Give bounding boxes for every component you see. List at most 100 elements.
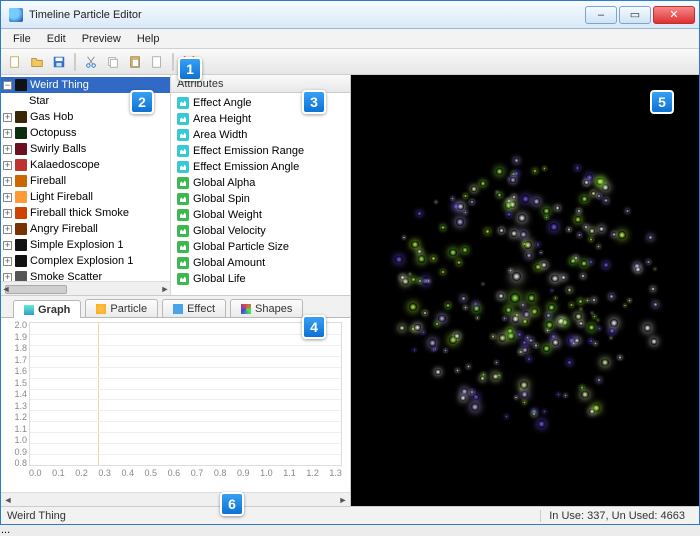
attribute-item[interactable]: Global Velocity [173,223,348,239]
attribute-item[interactable]: Effect Emission Angle [173,159,348,175]
tree-item[interactable]: Fireball [1,173,170,189]
menu-preview[interactable]: Preview [74,31,129,47]
attribute-item[interactable]: Area Height [173,111,348,127]
attributes-list[interactable]: Effect Angle Area Height Area Width Effect … [171,93,350,295]
tree-item-label: Simple Explosion 1 [30,239,124,251]
tree-item-label: Swirly Balls [30,143,86,155]
attribute-label: Global Weight [193,209,262,221]
attribute-item[interactable]: Global Weight [173,207,348,223]
menu-edit[interactable]: Edit [39,31,74,47]
lower-panel: Graph Particle Effect Shapes 2.01.91.81.… [1,295,350,506]
expand-toggle[interactable] [3,209,12,218]
attribute-icon [177,97,189,109]
maximize-button[interactable]: ▭ [619,6,651,24]
attribute-icon [177,273,189,285]
expand-toggle[interactable] [3,193,12,202]
tree-item[interactable]: Simple Explosion 1 [1,237,170,253]
tree-item-label: Angry Fireball [30,223,98,235]
expand-toggle[interactable] [3,257,12,266]
close-button[interactable]: ✕ [653,6,695,24]
tree-item[interactable]: Complex Explosion 1 [1,253,170,269]
tree-item[interactable]: Octopuss [1,125,170,141]
menu-help[interactable]: Help [129,31,168,47]
tab-effect[interactable]: Effect [162,299,226,317]
tree-item[interactable]: Fireball thick Smoke [1,205,170,221]
expand-toggle[interactable] [3,113,12,122]
graph-tabs: Graph Particle Effect Shapes [1,296,350,318]
tree-hscrollbar[interactable]: ◄► [1,281,170,295]
attribute-label: Global Particle Size [193,241,289,253]
graph-area[interactable]: 2.01.91.81.71.61.51.41.31.21.11.00.90.8 … [1,318,350,492]
main-body: Weird Thing Star Gas HobOctopuss Swirly Bal… [1,75,699,506]
attribute-label: Global Velocity [193,225,266,237]
effect-tree-pane: Weird Thing Star Gas HobOctopuss Swirly Bal… [1,75,171,295]
delete-button[interactable] [179,52,199,72]
effect-icon [173,304,183,314]
expand-toggle[interactable] [3,225,12,234]
attribute-item[interactable]: Effect Angle [173,95,348,111]
effect-icon [15,111,27,123]
expand-toggle[interactable] [3,81,12,90]
attribute-item[interactable]: Global Particle Size [173,239,348,255]
attribute-label: Area Width [193,129,247,141]
tree-item[interactable]: Smoke Scatter [1,269,170,281]
minimize-button[interactable]: – [585,6,617,24]
attribute-label: Area Height [193,113,251,125]
effect-tree[interactable]: Weird Thing Star Gas HobOctopuss Swirly Bal… [1,75,170,281]
expand-toggle[interactable] [3,177,12,186]
tree-item[interactable]: Star [1,93,170,109]
attribute-item[interactable]: Global Spin [173,191,348,207]
attribute-item[interactable]: Global Amount [173,255,348,271]
new-page-button[interactable] [147,52,167,72]
expand-toggle[interactable] [3,145,12,154]
tab-particle[interactable]: Particle [85,299,158,317]
cut-button[interactable] [81,52,101,72]
attribute-item[interactable]: Area Width [173,127,348,143]
tree-item[interactable]: Light Fireball [1,189,170,205]
effect-icon [15,175,27,187]
menu-file[interactable]: File [5,31,39,47]
copy-button[interactable] [103,52,123,72]
shapes-icon [241,304,251,314]
expand-toggle[interactable] [3,129,12,138]
menu-bar: File Edit Preview Help [1,29,699,49]
attribute-icon [177,241,189,253]
tree-item[interactable]: Swirly Balls [1,141,170,157]
open-button[interactable] [27,52,47,72]
save-button[interactable] [49,52,69,72]
left-column: Weird Thing Star Gas HobOctopuss Swirly Bal… [1,75,351,506]
attribute-item[interactable]: Effect Emission Range [173,143,348,159]
expand-toggle[interactable] [3,161,12,170]
effect-icon [15,271,27,281]
tree-item-label: Star [29,95,49,107]
app-icon [9,8,23,22]
graph-hscrollbar[interactable]: ◄► [1,492,350,506]
effect-icon [15,143,27,155]
attribute-icon [177,177,189,189]
expand-toggle[interactable] [3,273,12,282]
attribute-label: Effect Emission Range [193,145,304,157]
attribute-item[interactable]: Global Alpha [173,175,348,191]
tree-item-label: Fireball thick Smoke [30,207,129,219]
attribute-icon [177,145,189,157]
toolbar-separator [172,53,174,71]
expand-toggle[interactable] [3,241,12,250]
preview-pane[interactable] [351,75,699,506]
new-button[interactable] [5,52,25,72]
tree-item[interactable]: Weird Thing [1,77,170,93]
tree-item-label: Fireball [30,175,66,187]
tree-item[interactable]: Angry Fireball [1,221,170,237]
attribute-item[interactable]: Global Life [173,271,348,287]
attribute-icon [177,257,189,269]
tree-item[interactable]: Kalaedoscope [1,157,170,173]
tree-item-label: Smoke Scatter [30,271,102,281]
attribute-icon [177,113,189,125]
tab-shapes[interactable]: Shapes [230,299,303,317]
effect-icon [15,127,27,139]
tab-graph[interactable]: Graph [13,300,81,318]
tree-item-label: Weird Thing [30,79,89,91]
particle-render [395,161,655,421]
paste-button[interactable] [125,52,145,72]
graph-icon [24,305,34,315]
tree-item[interactable]: Gas Hob [1,109,170,125]
